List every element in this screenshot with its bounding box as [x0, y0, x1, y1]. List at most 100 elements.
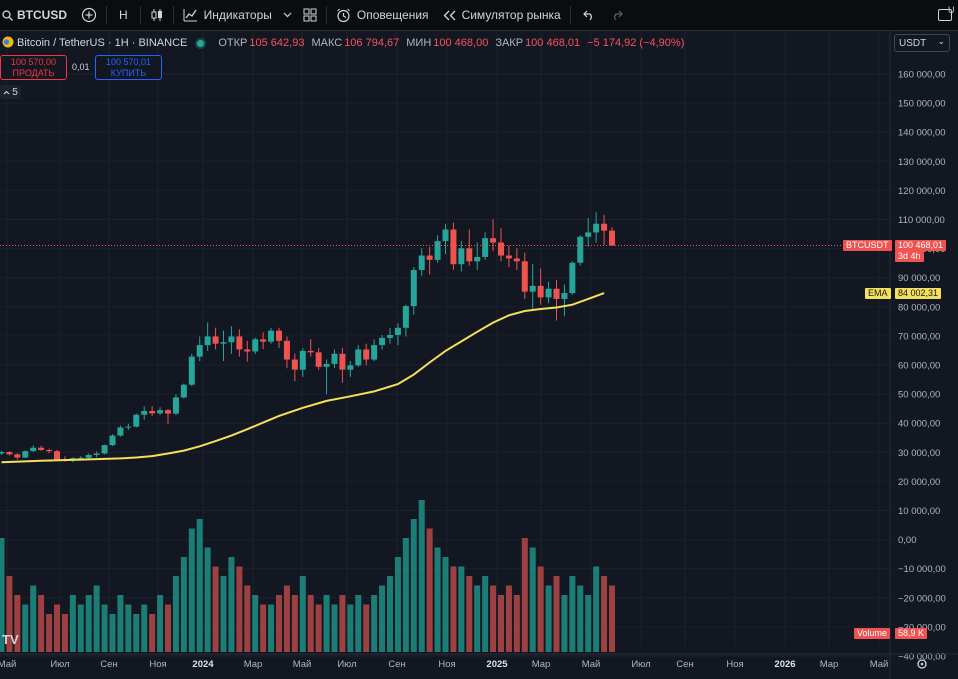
- layouts-button[interactable]: [296, 0, 324, 30]
- candle-body: [307, 350, 314, 353]
- y-axis-tick-label: 30 000,00: [898, 448, 940, 459]
- tradingview-logo[interactable]: TV: [2, 632, 19, 647]
- candle-body: [157, 410, 164, 414]
- y-axis-tick-label: 70 000,00: [898, 331, 940, 342]
- candle-body: [93, 453, 100, 455]
- candle-body: [268, 330, 275, 342]
- layout-grid-icon: [303, 8, 317, 22]
- candle-body: [30, 447, 37, 452]
- candle-body: [252, 339, 259, 352]
- undo-icon: [582, 10, 595, 20]
- indicators-dropdown-button[interactable]: [279, 0, 296, 30]
- x-axis-tick-label: Ноя: [726, 659, 743, 670]
- volume-bar: [537, 566, 544, 652]
- volume-bar: [458, 566, 465, 652]
- indicators-button[interactable]: Индикаторы: [176, 0, 279, 30]
- x-axis-tick-label: Сен: [676, 659, 693, 670]
- x-axis-tick-label: Ноя: [149, 659, 166, 670]
- candle-body: [38, 447, 45, 451]
- chart-type-button[interactable]: [143, 0, 171, 30]
- candle-body: [609, 230, 615, 246]
- replay-button[interactable]: Симулятор рынка: [436, 0, 568, 30]
- volume-bar: [228, 557, 235, 652]
- candle-body: [363, 349, 370, 360]
- chart-legend: Bitcoin / TetherUS · 1H · BINANCE ОТКР 1…: [0, 35, 691, 51]
- volume-bar: [220, 576, 227, 652]
- candle-body: [228, 336, 235, 343]
- indicators-icon: [183, 8, 198, 22]
- volume-bar: [569, 576, 576, 652]
- legend-title[interactable]: Bitcoin / TetherUS · 1H · BINANCE: [17, 37, 187, 49]
- x-axis-tick-label: Июл: [50, 659, 69, 670]
- alerts-label: Оповещения: [356, 8, 429, 22]
- candle-body: [371, 345, 378, 360]
- candle-body: [283, 340, 290, 360]
- volume-bar: [252, 595, 259, 652]
- volume-bar: [291, 595, 298, 652]
- toolbar-divider: [325, 6, 327, 24]
- buy-button[interactable]: 100 570,01 КУПИТЬ: [95, 55, 162, 80]
- candles-icon: [150, 8, 164, 22]
- candle-body: [410, 269, 417, 307]
- alerts-button[interactable]: Оповещения: [329, 0, 436, 30]
- volume-bar: [347, 604, 354, 652]
- volume-bar: [426, 528, 433, 652]
- candle-body: [434, 241, 441, 260]
- price-chart[interactable]: 160 000,00 150 000,00 140 000,00 130 000,00…: [0, 31, 958, 679]
- volume-bar: [577, 585, 584, 652]
- candle-body: [339, 353, 346, 370]
- symbol-name: BTCUSD: [17, 8, 67, 22]
- candle-body: [109, 435, 116, 446]
- volume-bar: [450, 566, 457, 652]
- volume-bar: [505, 585, 512, 652]
- candle-body: [505, 255, 512, 259]
- toolbar-divider: [106, 6, 107, 24]
- x-axis-tick-label: Мар: [532, 659, 551, 670]
- candle-body: [196, 345, 203, 357]
- volume-bar: [482, 576, 489, 652]
- corner-user-text: U: [948, 5, 955, 15]
- interval-button[interactable]: H: [109, 0, 138, 30]
- indicators-label: Индикаторы: [203, 8, 272, 22]
- market-status-dot: [197, 39, 205, 47]
- sell-button[interactable]: 100 570,00 ПРОДАТЬ: [0, 55, 67, 80]
- volume-bar: [609, 585, 615, 652]
- y-axis-tick-label: 130 000,00: [898, 157, 946, 168]
- low-label: МИН: [406, 37, 432, 49]
- symbol-search-button[interactable]: BTCUSD: [0, 0, 74, 30]
- y-axis-tick-label: 160 000,00: [898, 70, 946, 81]
- legend-collapse-button[interactable]: 5: [0, 85, 21, 99]
- undo-button[interactable]: [573, 0, 605, 30]
- candle-body: [323, 363, 330, 367]
- volume-bar: [236, 566, 243, 652]
- volume-bar: [331, 604, 338, 652]
- candle-body: [521, 261, 528, 292]
- candle-body: [513, 258, 520, 262]
- compare-symbol-button[interactable]: [74, 0, 104, 30]
- redo-button[interactable]: [605, 0, 629, 30]
- volume-bar: [379, 585, 386, 652]
- chart-area[interactable]: 160 000,00 150 000,00 140 000,00 130 000,00…: [0, 31, 958, 679]
- candle-body: [593, 223, 600, 233]
- candle-body: [22, 451, 29, 458]
- volume-bar: [276, 595, 282, 652]
- volume-bar: [410, 519, 417, 652]
- indicator-count: 5: [12, 86, 18, 98]
- volume-label-tag: Volume: [854, 628, 891, 639]
- volume-bar: [212, 566, 219, 652]
- chevron-up-icon: [3, 87, 10, 98]
- candle-body: [212, 336, 219, 344]
- currency-value: USDT: [899, 37, 927, 49]
- candle-body: [46, 450, 53, 452]
- candle-body: [149, 411, 156, 414]
- candle-body: [180, 384, 187, 398]
- candle-body: [315, 352, 322, 367]
- currency-select[interactable]: USDT ⌄: [894, 34, 950, 52]
- ema-value-tag: 84 002,31: [895, 288, 942, 299]
- volume-bar: [180, 557, 187, 652]
- volume-bar: [561, 595, 568, 652]
- candle-body: [125, 426, 132, 428]
- y-axis-tick-label: 80 000,00: [898, 302, 940, 313]
- candle-body: [394, 327, 401, 335]
- volume-bar: [172, 576, 179, 652]
